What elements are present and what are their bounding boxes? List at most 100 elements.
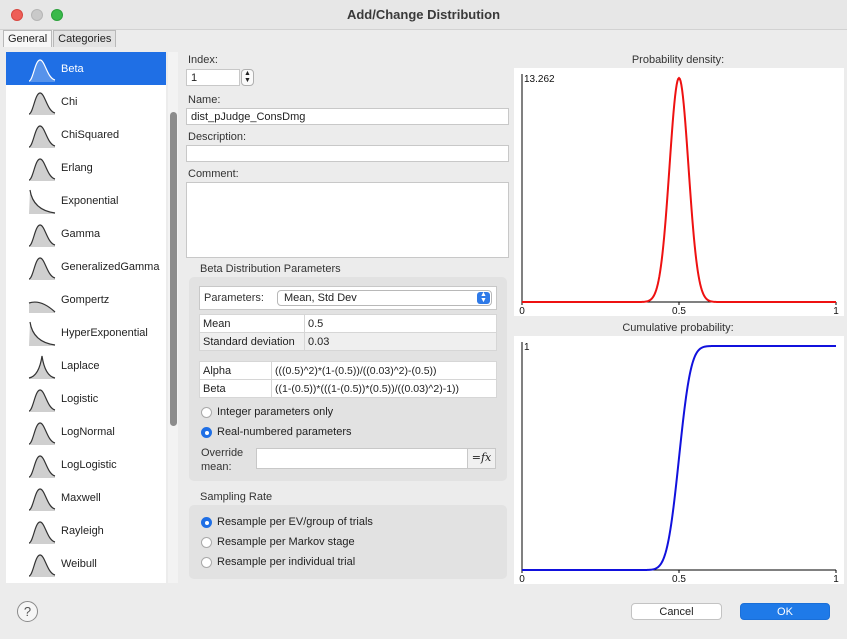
table-row: Standard deviation 0.03	[199, 332, 497, 351]
param-value-cell[interactable]: 0.03	[304, 332, 497, 351]
chart-background	[514, 68, 844, 316]
distribution-item-weibull[interactable]: Weibull	[6, 547, 166, 580]
derived-value-cell: (((0.5)^2)*(1-(0.5))/((0.03)^2)-(0.5))	[271, 361, 497, 380]
gompertz-curve-icon	[28, 300, 56, 313]
distribution-list: Beta Chi ChiSquared Erlang Exponential Gamma G…	[6, 52, 166, 583]
index-input[interactable]: 1	[186, 69, 240, 86]
distribution-label: Weibull	[61, 557, 97, 570]
help-button[interactable]: ?	[17, 601, 38, 622]
distribution-item-lognormal[interactable]: LogNormal	[6, 415, 166, 448]
sampling-option-markov[interactable]: Resample per Markov stage	[201, 536, 355, 548]
select-chevron-icon: ▲ ▼	[477, 291, 490, 304]
name-input[interactable]: dist_pJudge_ConsDmg	[186, 108, 509, 125]
distribution-label: Chi	[61, 95, 78, 108]
distribution-item-logistic[interactable]: Logistic	[6, 382, 166, 415]
index-stepper[interactable]: ▲ ▼	[241, 69, 254, 86]
override-mean-input[interactable]	[256, 448, 496, 469]
parameters-select[interactable]: Mean, Std Dev ▲ ▼	[277, 290, 492, 306]
distribution-item-gompertz[interactable]: Gompertz	[6, 283, 166, 316]
override-label-2: mean:	[201, 461, 232, 473]
tab-bar: General Categories	[3, 30, 117, 47]
distribution-list-scroll-thumb[interactable]	[170, 112, 177, 426]
radio-on-icon	[201, 516, 212, 528]
distribution-item-gamma[interactable]: Gamma	[6, 217, 166, 250]
sampling-option-ev[interactable]: Resample per EV/group of trials	[201, 516, 373, 528]
param-name-cell: Standard deviation	[199, 332, 305, 351]
cumulative-chart: 10 0.5 1	[514, 336, 844, 584]
derived-name-cell: Alpha	[199, 361, 272, 380]
distribution-label: GeneralizedGamma	[61, 260, 160, 273]
generalizedgamma-curve-icon	[28, 256, 56, 280]
param-value-cell[interactable]: 0.5	[304, 314, 497, 333]
distribution-item-beta[interactable]: Beta	[6, 52, 166, 85]
distribution-item-chisquared[interactable]: ChiSquared	[6, 118, 166, 151]
ok-button[interactable]: OK	[740, 603, 830, 620]
distribution-label: Erlang	[61, 161, 93, 174]
tab-categories[interactable]: Categories	[53, 30, 117, 47]
x-tick-label: 0.5	[672, 306, 686, 316]
integer-params-radio[interactable]: Integer parameters only	[201, 406, 333, 418]
lognormal-curve-icon	[28, 421, 56, 445]
real-params-radio[interactable]: Real-numbered parameters	[201, 426, 352, 438]
distribution-item-hyperexponential[interactable]: HyperExponential	[6, 316, 166, 349]
table-row: Alpha (((0.5)^2)*(1-(0.5))/((0.03)^2)-(0…	[199, 361, 497, 380]
distribution-item-rayleigh[interactable]: Rayleigh	[6, 514, 166, 547]
description-input[interactable]	[186, 145, 509, 162]
sampling-option-label: Resample per Markov stage	[217, 536, 355, 548]
x-tick-label: 1	[833, 574, 839, 584]
parameter-values-table: Mean 0.5 Standard deviation 0.03	[199, 314, 497, 351]
override-label: Override	[201, 447, 244, 459]
distribution-item-erlang[interactable]: Erlang	[6, 151, 166, 184]
x-tick-label: 0	[519, 574, 525, 584]
cancel-button[interactable]: Cancel	[631, 603, 722, 620]
distribution-label: Gompertz	[61, 293, 110, 306]
comment-label: Comment:	[188, 168, 239, 180]
title-bar: Add/Change Distribution	[0, 0, 847, 30]
cumulative-chart-title: Cumulative probability:	[622, 322, 734, 334]
distribution-label: Logistic	[61, 392, 99, 405]
hyperexponential-curve-icon	[29, 321, 56, 346]
parameters-select-value: Mean, Std Dev	[284, 292, 357, 304]
chevron-up-icon: ▲	[244, 70, 251, 77]
logistic-curve-icon	[28, 388, 56, 412]
distribution-item-loglogistic[interactable]: LogLogistic	[6, 448, 166, 481]
dialog-window: Add/Change Distribution General Categori…	[0, 0, 847, 639]
sampling-option-trial[interactable]: Resample per individual trial	[201, 556, 355, 568]
x-tick-label: 1	[833, 306, 839, 316]
chisquared-curve-icon	[28, 124, 56, 148]
exponential-curve-icon	[29, 189, 56, 214]
distribution-item-exponential[interactable]: Exponential	[6, 184, 166, 217]
gamma-curve-icon	[28, 223, 56, 247]
parameters-label: Parameters:	[204, 292, 264, 304]
index-label: Index:	[188, 54, 218, 66]
weibull-curve-icon	[28, 553, 56, 577]
beta-curve-icon	[28, 58, 56, 82]
real-params-label: Real-numbered parameters	[217, 426, 352, 438]
distribution-item-generalizedgamma[interactable]: GeneralizedGamma	[6, 250, 166, 283]
distribution-label: Laplace	[61, 359, 100, 372]
laplace-curve-icon	[28, 355, 56, 379]
x-tick-label: 0.5	[672, 574, 686, 584]
comment-textarea[interactable]	[186, 182, 509, 258]
chi-curve-icon	[28, 91, 56, 115]
formula-fx-button[interactable]: =fx	[467, 449, 495, 468]
loglogistic-curve-icon	[28, 454, 56, 478]
distribution-item-laplace[interactable]: Laplace	[6, 349, 166, 382]
density-chart-title: Probability density:	[631, 54, 725, 66]
erlang-curve-icon	[28, 157, 56, 181]
distribution-label: LogLogistic	[61, 458, 117, 471]
distribution-item-chi[interactable]: Chi	[6, 85, 166, 118]
radio-off-icon	[201, 536, 212, 548]
rayleigh-curve-icon	[28, 520, 56, 544]
table-row: Mean 0.5	[199, 314, 497, 333]
maxwell-curve-icon	[28, 487, 56, 511]
distribution-label: Gamma	[61, 227, 101, 240]
y-max-label: 13.262	[524, 74, 555, 85]
tab-general[interactable]: General	[3, 30, 53, 47]
distribution-label: Maxwell	[61, 491, 101, 504]
beta-params-title: Beta Distribution Parameters	[200, 263, 341, 275]
distribution-label: HyperExponential	[61, 326, 148, 339]
window-title: Add/Change Distribution	[346, 7, 501, 22]
name-label: Name:	[188, 94, 221, 106]
distribution-item-maxwell[interactable]: Maxwell	[6, 481, 166, 514]
